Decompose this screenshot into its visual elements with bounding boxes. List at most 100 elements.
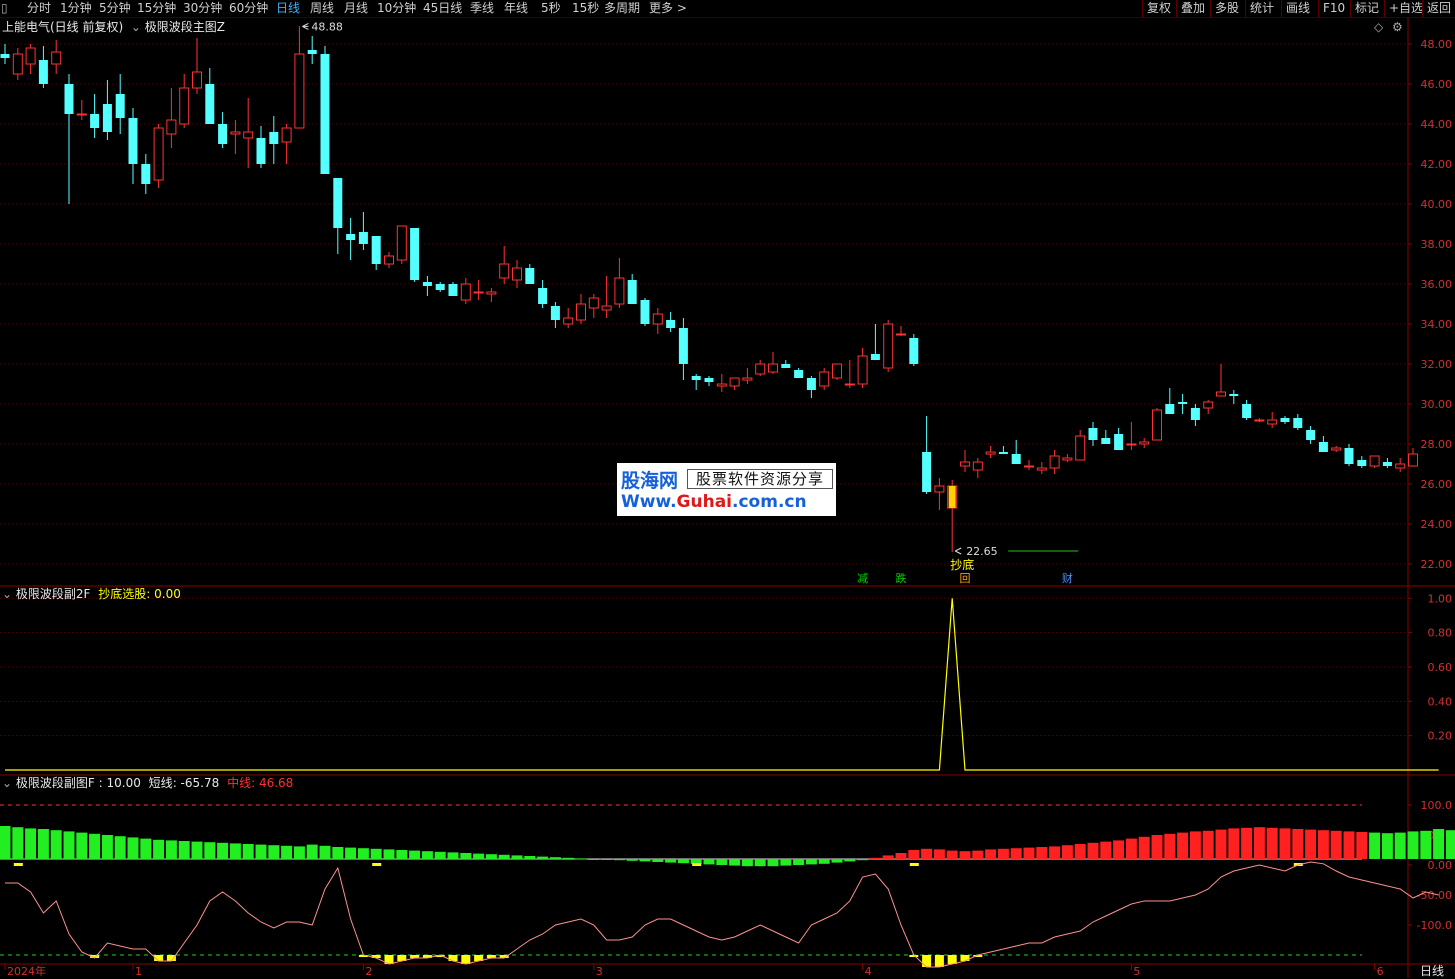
panel-gear-icon[interactable]: ⚙ [1392, 20, 1403, 34]
stock-title[interactable]: 上能电气(日线 前复权) [2, 20, 123, 34]
x-tick-label: 6 [1377, 965, 1384, 978]
x-tick-label: 5 [1133, 965, 1140, 978]
candle-body [1216, 391, 1226, 397]
candle-body [601, 305, 612, 311]
sub1-bottom-signal-line [5, 598, 1439, 771]
trend-bar [50, 830, 62, 859]
trend-bar [537, 856, 549, 859]
mid-line-label: 中线 [227, 776, 252, 790]
trend-bar [101, 835, 113, 859]
candle-body [525, 268, 535, 284]
oversold-bar [947, 955, 957, 964]
candle-body [1165, 404, 1175, 414]
trend-bar [12, 827, 24, 859]
sub2-indicator-name[interactable]: 极限波段副图F [16, 776, 95, 790]
trend-bar [1343, 831, 1355, 859]
candle-body [1280, 418, 1290, 422]
candle-body [396, 225, 407, 261]
sub2-panel-title: ⌄ 极限波段副图F : 10.00 短线: -65.78 中线: 46.68 [2, 775, 293, 791]
trend-bar [1023, 847, 1035, 859]
trend-bar [741, 859, 753, 867]
signal-dash [13, 863, 23, 866]
trend-bar [178, 841, 190, 859]
sub2-y-tick-label: 100.0 [1421, 799, 1453, 812]
candle-body [704, 378, 714, 382]
trend-bar [1253, 827, 1265, 859]
trend-bar [1394, 832, 1406, 859]
candle-body [550, 306, 560, 320]
trend-bar [1305, 829, 1317, 859]
candle-body [576, 303, 586, 321]
candle-body [870, 354, 880, 360]
candle-body [972, 461, 983, 471]
trend-bar [37, 829, 49, 859]
candle-body [742, 377, 753, 381]
candle-body [1267, 419, 1278, 425]
trend-bar [1445, 830, 1455, 859]
trend-bar [434, 851, 446, 859]
candle-body [716, 383, 727, 387]
main-y-tick-label: 46.00 [1421, 78, 1453, 91]
sub2-dropdown-icon[interactable]: ⌄ [2, 776, 12, 790]
trend-bar [153, 839, 165, 859]
candle-body [410, 228, 420, 280]
candle-body [1306, 430, 1316, 440]
event-marker: 跌 [896, 571, 907, 585]
trend-bar [767, 859, 779, 867]
candle-body [1357, 460, 1367, 466]
candle-body [1190, 408, 1200, 420]
trend-bar [473, 853, 485, 859]
indicator-dropdown-icon[interactable]: ⌄ [127, 20, 141, 34]
trend-bar [204, 842, 216, 859]
diamond-icon[interactable]: ◇ [1374, 20, 1383, 34]
candle-body [230, 131, 241, 135]
candle-body [640, 300, 650, 324]
sub1-dropdown-icon[interactable]: ⌄ [2, 587, 12, 601]
trend-bar [191, 841, 203, 859]
candle-body [281, 127, 292, 143]
trend-bar [626, 859, 638, 861]
candle-body [166, 119, 177, 135]
low-price-label: 22.65 [966, 545, 998, 558]
candle-body [218, 124, 228, 144]
sub1-y-tick-label: 1.00 [1428, 592, 1453, 605]
candle-body [806, 378, 816, 390]
candle-body [678, 328, 688, 364]
x-tick-label: 4 [865, 965, 872, 978]
trend-bar [601, 859, 613, 860]
candle-body [499, 263, 510, 279]
high-price-label: 48.88 [311, 20, 343, 33]
trend-bar [1279, 828, 1291, 859]
trend-bar [165, 840, 177, 859]
candle-body [333, 178, 343, 228]
watermark-url-b: Guhai [676, 492, 733, 512]
trend-bar [1151, 835, 1163, 859]
sub1-indicator-name[interactable]: 极限波段副2F [16, 587, 91, 601]
mid-colon: : [251, 776, 259, 790]
trend-bar [972, 850, 984, 859]
candle-body [1036, 467, 1047, 471]
event-marker: 财 [1062, 571, 1073, 585]
candle-body [883, 323, 894, 369]
main-indicator-name[interactable]: 极限波段主图Z [145, 20, 225, 34]
trend-bar [383, 849, 395, 859]
candle-body [794, 370, 804, 378]
trend-bar [921, 848, 933, 859]
watermark-title: 股海网 [621, 470, 679, 492]
short-line-label: 短线 [148, 776, 173, 790]
candle-body [1229, 394, 1239, 396]
candle-body [729, 377, 740, 387]
sub2-value: 10.00 [106, 776, 141, 790]
candle-body [1024, 465, 1034, 468]
sub1-colon: : [146, 587, 155, 601]
trend-bar [1087, 842, 1099, 859]
trend-bar [549, 857, 561, 859]
period-label[interactable]: 日线 [1420, 962, 1444, 979]
candle-body [0, 54, 10, 58]
trend-bar [1177, 832, 1189, 859]
trend-bar [1036, 847, 1048, 859]
main-y-tick-label: 40.00 [1421, 198, 1453, 211]
candle-body [1075, 435, 1086, 461]
watermark-url-c: .com.cn [732, 492, 807, 512]
candle-body [153, 127, 164, 181]
